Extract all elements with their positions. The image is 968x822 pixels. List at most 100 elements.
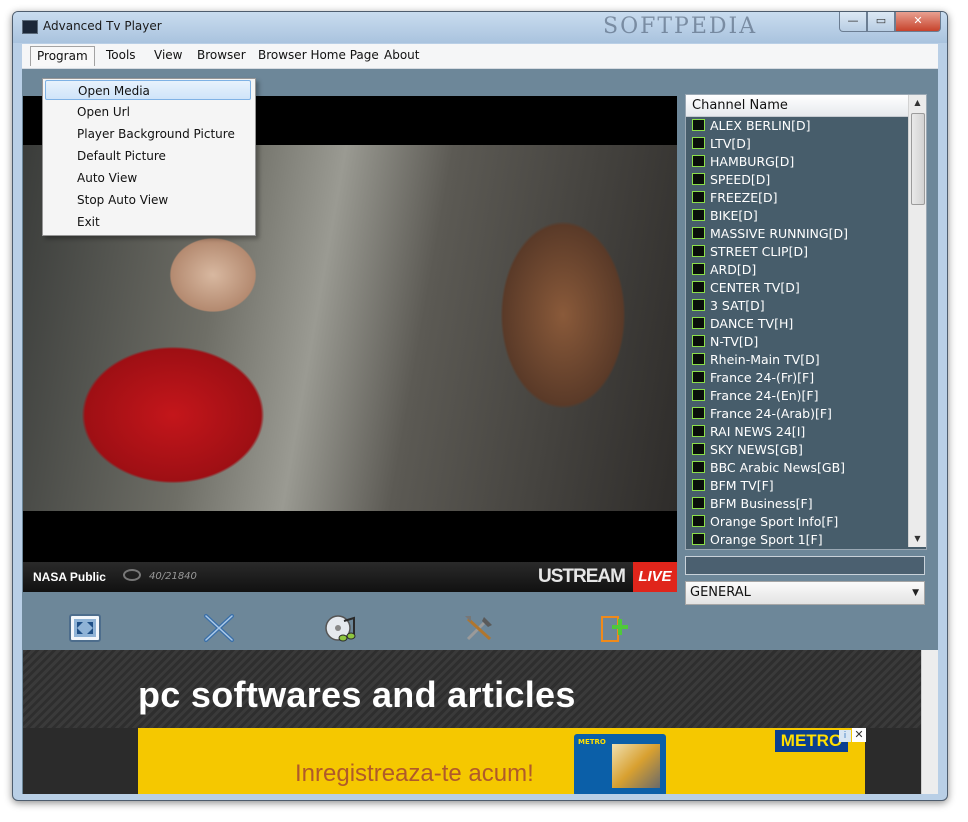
channel-label: RAI NEWS 24[I]	[710, 424, 806, 439]
channel-label: LTV[D]	[710, 136, 751, 151]
menu-open-url[interactable]: Open Url	[45, 102, 251, 122]
channel-item[interactable]: 3 SAT[D]	[686, 297, 908, 315]
channel-icon	[692, 425, 705, 437]
eye-icon	[123, 569, 141, 581]
channel-icon	[692, 263, 705, 275]
menu-program[interactable]: Program	[30, 46, 95, 66]
channel-icon	[692, 515, 705, 527]
channel-icon	[692, 335, 705, 347]
category-select[interactable]: GENERAL ▼	[685, 581, 925, 605]
program-menu-dropdown: Open Media Open Url Player Background Pi…	[42, 78, 256, 236]
menu-view[interactable]: View	[154, 48, 182, 62]
minimize-button[interactable]: —	[839, 12, 867, 32]
channel-scrollbar[interactable]: ▲ ▼	[908, 95, 926, 547]
channel-icon	[692, 497, 705, 509]
channel-icon	[692, 389, 705, 401]
menu-auto-view[interactable]: Auto View	[45, 168, 251, 188]
channel-icon	[692, 353, 705, 365]
menu-stop-auto-view[interactable]: Stop Auto View	[45, 190, 251, 210]
browser-scrollbar[interactable]	[921, 650, 938, 794]
channel-item[interactable]: Rhein-Main TV[D]	[686, 351, 908, 369]
ustream-logo: USTREAM	[538, 566, 626, 587]
tools-icon[interactable]	[462, 613, 496, 643]
menu-tools[interactable]: Tools	[106, 48, 136, 62]
channel-item[interactable]: BBC Arabic News[GB]	[686, 459, 908, 477]
channel-label: MASSIVE RUNNING[D]	[710, 226, 848, 241]
channel-icon	[692, 155, 705, 167]
ad-card-logo: METRO	[578, 738, 606, 746]
channel-icon	[692, 299, 705, 311]
channel-list[interactable]: ALEX BERLIN[D] LTV[D] HAMBURG[D] SPEED[D…	[686, 117, 908, 547]
channel-label: Rhein-Main TV[D]	[710, 352, 820, 367]
channel-item[interactable]: FREEZE[D]	[686, 189, 908, 207]
channel-item[interactable]: CENTER TV[D]	[686, 279, 908, 297]
app-icon	[22, 20, 38, 34]
softpedia-watermark: SOFTPEDIA	[603, 14, 758, 39]
add-file-icon[interactable]	[598, 613, 632, 643]
channel-item[interactable]: France 24-(Arab)[F]	[686, 405, 908, 423]
channel-icon	[692, 209, 705, 221]
channel-item[interactable]: STREET CLIP[D]	[686, 243, 908, 261]
channel-item[interactable]: SKY NEWS[GB]	[686, 441, 908, 459]
channel-icon	[692, 533, 705, 545]
ad-photo	[612, 744, 660, 788]
ad-card-image: METRO	[574, 734, 666, 794]
channel-panel: Channel Name ALEX BERLIN[D] LTV[D] HAMBU…	[685, 94, 927, 550]
channel-label: BBC Arabic News[GB]	[710, 460, 846, 475]
title-bar[interactable]: Advanced Tv Player SOFTPEDIA — ▭ ✕	[13, 12, 947, 43]
maximize-button[interactable]: ▭	[867, 12, 895, 32]
channel-icon	[692, 461, 705, 473]
menu-about[interactable]: About	[384, 48, 419, 62]
ad-info-icon[interactable]: i	[839, 730, 851, 742]
channel-item[interactable]: France 24-(Fr)[F]	[686, 369, 908, 387]
cross-arrows-icon[interactable]	[202, 613, 236, 643]
channel-icon	[692, 191, 705, 203]
channel-item[interactable]: DANCE TV[H]	[686, 315, 908, 333]
channel-icon	[692, 443, 705, 455]
channel-item[interactable]: France 24-(En)[F]	[686, 387, 908, 405]
channel-label: BFM Business[F]	[710, 496, 813, 511]
menu-open-media[interactable]: Open Media	[45, 80, 251, 100]
channel-item[interactable]: MASSIVE RUNNING[D]	[686, 225, 908, 243]
channel-item[interactable]: ALEX BERLIN[D]	[686, 117, 908, 135]
channel-item[interactable]: HAMBURG[D]	[686, 153, 908, 171]
channel-item[interactable]: Orange Sport Info[F]	[686, 513, 908, 531]
scroll-thumb[interactable]	[911, 113, 925, 205]
scroll-down-icon[interactable]: ▼	[909, 531, 926, 547]
ad-banner[interactable]: Inregistreaza-te acum! METRO METRO i ✕	[138, 728, 866, 794]
ad-close-icon[interactable]: ✕	[852, 728, 866, 742]
channel-icon	[692, 317, 705, 329]
viewer-count: 40/21840	[149, 571, 197, 582]
channel-item[interactable]: BFM TV[F]	[686, 477, 908, 495]
menu-browser[interactable]: Browser	[197, 48, 246, 62]
channel-label: STREET CLIP[D]	[710, 244, 808, 259]
stream-info-bar: NASA Public 40/21840 USTREAM LIVE	[23, 562, 677, 592]
channel-item[interactable]: N-TV[D]	[686, 333, 908, 351]
channel-item[interactable]: BIKE[D]	[686, 207, 908, 225]
close-button[interactable]: ✕	[895, 12, 941, 32]
channel-label: France 24-(En)[F]	[710, 388, 819, 403]
channel-label: FREEZE[D]	[710, 190, 778, 205]
channel-item[interactable]: Orange Sport 1[F]	[686, 531, 908, 547]
channel-item[interactable]: LTV[D]	[686, 135, 908, 153]
channel-label: 3 SAT[D]	[710, 298, 765, 313]
menu-player-background-picture[interactable]: Player Background Picture	[45, 124, 251, 144]
embedded-browser[interactable]: pc softwares and articles Inregistreaza-…	[23, 650, 938, 794]
menu-exit[interactable]: Exit	[45, 212, 251, 232]
menu-default-picture[interactable]: Default Picture	[45, 146, 251, 166]
metro-logo: METRO	[775, 730, 848, 752]
app-window: Advanced Tv Player SOFTPEDIA — ▭ ✕ Progr…	[12, 11, 948, 801]
channel-item[interactable]: BFM Business[F]	[686, 495, 908, 513]
channel-list-header[interactable]: Channel Name	[686, 95, 908, 117]
music-disc-icon[interactable]	[324, 613, 358, 643]
fullscreen-icon[interactable]	[68, 613, 102, 643]
channel-item[interactable]: RAI NEWS 24[I]	[686, 423, 908, 441]
channel-search-input[interactable]	[685, 556, 925, 575]
ad-text[interactable]: Inregistreaza-te acum!	[295, 760, 534, 788]
channel-item[interactable]: SPEED[D]	[686, 171, 908, 189]
menu-browser-home-page[interactable]: Browser Home Page	[258, 48, 379, 62]
channel-item[interactable]: ARD[D]	[686, 261, 908, 279]
channel-icon	[692, 119, 705, 131]
live-badge: LIVE	[633, 562, 677, 592]
scroll-up-icon[interactable]: ▲	[909, 95, 926, 111]
